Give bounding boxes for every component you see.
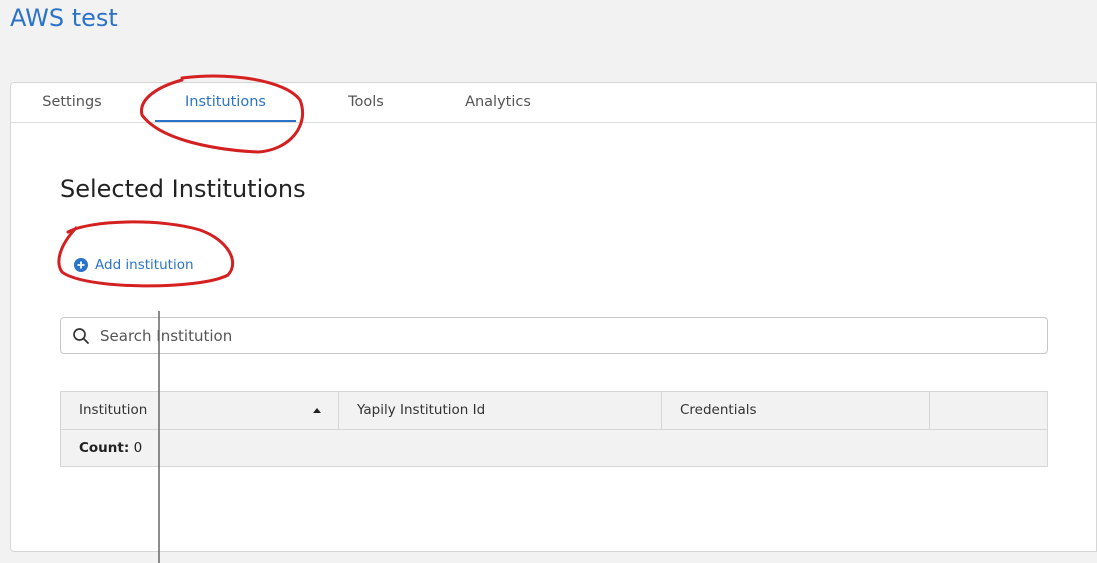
column-header-label: Institution: [79, 402, 148, 418]
column-header-label: Yapily Institution Id: [357, 402, 486, 418]
column-header-credentials[interactable]: Credentials: [662, 392, 930, 429]
tab-settings[interactable]: Settings: [41, 83, 103, 122]
column-header-yapily-id[interactable]: Yapily Institution Id: [339, 392, 662, 429]
tab-tools[interactable]: Tools: [345, 83, 387, 122]
column-header-label: Credentials: [680, 402, 757, 418]
main-panel: Settings Institutions Tools Analytics Se…: [10, 82, 1097, 552]
plus-circle-icon: [74, 258, 88, 272]
table-footer: Count: 0: [61, 430, 1047, 466]
sort-ascending-icon: [313, 408, 321, 413]
app-title: AWS test: [10, 4, 118, 32]
count-label: Count:: [79, 440, 130, 456]
tab-institutions[interactable]: Institutions: [155, 83, 296, 122]
add-institution-label: Add institution: [95, 257, 194, 273]
section-title: Selected Institutions: [60, 175, 306, 203]
column-header-actions: [930, 392, 1047, 429]
search-box[interactable]: [60, 317, 1048, 354]
add-institution-button[interactable]: Add institution: [74, 255, 194, 275]
search-icon: [72, 327, 90, 345]
tab-analytics[interactable]: Analytics: [463, 83, 533, 122]
table-header: Institution Yapily Institution Id Creden…: [61, 392, 1047, 430]
tab-bar: Settings Institutions Tools Analytics: [11, 83, 1096, 123]
institutions-table: Institution Yapily Institution Id Creden…: [60, 391, 1048, 467]
search-input[interactable]: [98, 325, 1047, 346]
count-value: 0: [133, 440, 143, 456]
column-header-institution[interactable]: Institution: [61, 392, 339, 429]
